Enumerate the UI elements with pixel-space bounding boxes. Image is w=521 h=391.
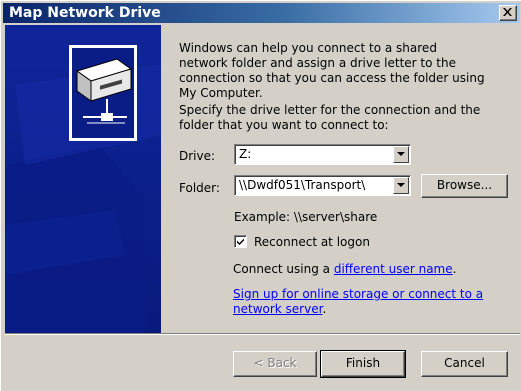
folder-label: Folder: bbox=[179, 181, 220, 195]
reconnect-checkbox[interactable] bbox=[234, 235, 247, 248]
example-text: Example: \\server\share bbox=[234, 210, 378, 224]
signup-suffix: . bbox=[322, 302, 327, 316]
signup-line-2: network server. bbox=[233, 302, 326, 317]
back-button[interactable]: < Back bbox=[233, 351, 317, 377]
instructions-paragraph: Specify the drive letter for the connect… bbox=[179, 103, 481, 132]
checkmark-icon bbox=[237, 238, 244, 245]
close-button[interactable] bbox=[499, 5, 517, 21]
connect-using-prefix: Connect using a bbox=[233, 262, 334, 276]
intro-paragraph: Windows can help you connect to a shared… bbox=[179, 41, 485, 100]
cancel-button[interactable]: Cancel bbox=[421, 351, 508, 377]
browse-button[interactable]: Browse... bbox=[421, 174, 508, 198]
folder-input[interactable]: \\Dwdf051\Transport\ bbox=[234, 175, 411, 196]
drive-label: Drive: bbox=[179, 149, 216, 163]
connect-using-line: Connect using a different user name. bbox=[233, 262, 456, 277]
signup-link-line-1[interactable]: Sign up for online storage or connect to… bbox=[233, 287, 483, 301]
window-title: Map Network Drive bbox=[9, 5, 161, 21]
signup-line-1: Sign up for online storage or connect to… bbox=[233, 287, 483, 302]
drive-dropdown-button[interactable] bbox=[393, 146, 409, 163]
folder-input-value: \\Dwdf051\Transport\ bbox=[239, 178, 366, 192]
drive-select[interactable]: Z: bbox=[234, 144, 411, 165]
title-bar[interactable]: Map Network Drive bbox=[3, 3, 520, 23]
drive-select-value: Z: bbox=[239, 147, 252, 161]
wizard-side-panel bbox=[5, 25, 161, 333]
close-icon bbox=[503, 8, 512, 16]
browse-button-label: Browse... bbox=[436, 178, 493, 192]
different-user-name-link[interactable]: different user name bbox=[334, 262, 453, 276]
map-network-drive-dialog: Map Network Drive Windows can help you c… bbox=[0, 0, 521, 391]
chevron-down-icon bbox=[397, 183, 405, 187]
finish-button-label: Finish bbox=[345, 356, 381, 370]
chevron-down-icon bbox=[397, 152, 405, 156]
signup-link-line-2[interactable]: network server bbox=[233, 302, 322, 316]
cancel-button-label: Cancel bbox=[444, 356, 485, 370]
folder-dropdown-button[interactable] bbox=[393, 177, 409, 194]
back-button-label: < Back bbox=[253, 356, 297, 370]
connect-using-suffix: . bbox=[452, 262, 457, 276]
finish-button[interactable]: Finish bbox=[320, 350, 406, 378]
reconnect-label[interactable]: Reconnect at logon bbox=[254, 235, 370, 250]
footer-separator bbox=[5, 333, 520, 335]
network-drive-icon bbox=[69, 45, 137, 141]
wizard-banner-graphic bbox=[5, 25, 161, 333]
